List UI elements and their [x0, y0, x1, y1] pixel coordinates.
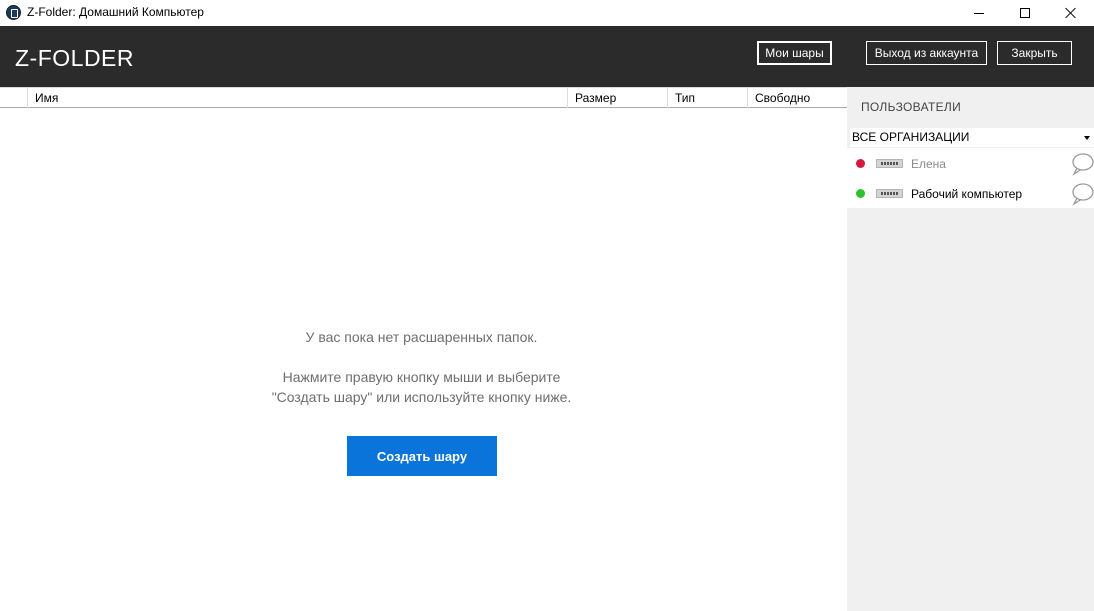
empty-state-hint-line1: Нажмите правую кнопку мыши и выберите [282, 369, 561, 385]
column-name[interactable]: Имя [27, 88, 567, 108]
sidebar-title: ПОЛЬЗОВАТЕЛИ [861, 100, 961, 114]
app-header: Z-FOLDER Мои шары Выход из аккаунта Закр… [0, 26, 1094, 87]
window-close-button[interactable] [1048, 0, 1094, 26]
column-type[interactable]: Тип [667, 88, 747, 108]
organization-select[interactable]: ВСЕ ОРГАНИЗАЦИИ [850, 128, 1094, 147]
chat-bubble-icon[interactable] [1071, 152, 1094, 176]
app-logo: Z-FOLDER [15, 45, 134, 71]
shares-panel[interactable]: Имя Размер Тип Свободно У вас пока нет р… [0, 87, 847, 611]
empty-state-hint-line2: "Создать шару" или используйте кнопку ни… [271, 389, 572, 405]
device-icon [876, 189, 903, 198]
user-name: Рабочий компьютер [911, 187, 1023, 201]
status-offline-icon [856, 159, 865, 168]
window-title: Z-Folder: Домашний Компьютер [27, 5, 204, 19]
status-online-icon [856, 189, 865, 198]
maximize-icon [1020, 8, 1030, 18]
user-list: Елена Рабочий компьютер [847, 148, 1094, 208]
column-select[interactable] [0, 88, 27, 108]
column-size[interactable]: Размер [567, 88, 667, 108]
maximize-button[interactable] [1002, 0, 1048, 26]
create-share-button[interactable]: Создать шару [347, 436, 497, 476]
chevron-down-icon [1084, 136, 1090, 140]
title-bar: Z-Folder: Домашний Компьютер [0, 0, 1094, 26]
column-header: Имя Размер Тип Свободно [0, 87, 847, 108]
organization-select-value: ВСЕ ОРГАНИЗАЦИИ [852, 130, 970, 144]
app-window: Z-Folder: Домашний Компьютер Z-FOLDER Мо… [0, 0, 1094, 611]
device-icon [876, 159, 903, 168]
app-logo-icon [6, 5, 21, 20]
close-icon [1065, 7, 1077, 19]
close-button[interactable]: Закрыть [997, 41, 1072, 65]
users-sidebar: ПОЛЬЗОВАТЕЛИ ВСЕ ОРГАНИЗАЦИИ Елена Рабоч… [847, 87, 1094, 611]
user-row[interactable]: Рабочий компьютер [847, 178, 1094, 208]
chat-bubble-icon[interactable] [1071, 182, 1094, 206]
minimize-button[interactable] [956, 0, 1002, 26]
user-row[interactable]: Елена [847, 148, 1094, 178]
empty-state-message: У вас пока нет расшаренных папок. [305, 329, 538, 345]
minimize-icon [974, 12, 984, 14]
my-shares-button[interactable]: Мои шары [757, 41, 832, 65]
logout-button[interactable]: Выход из аккаунта [866, 41, 987, 65]
column-free[interactable]: Свободно [747, 88, 847, 108]
user-name: Елена [911, 157, 946, 171]
